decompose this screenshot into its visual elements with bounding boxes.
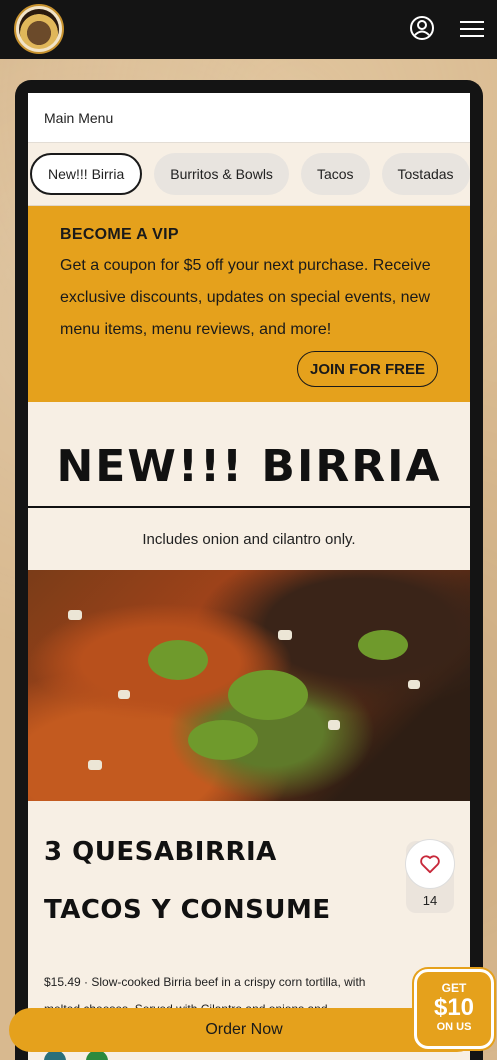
item-image[interactable]	[28, 570, 470, 801]
tab-tostadas[interactable]: Tostadas	[381, 153, 470, 195]
section-title: NEW!!! BIRRIA	[28, 402, 470, 508]
hamburger-menu-icon[interactable]	[458, 17, 486, 41]
favorite-button[interactable]	[405, 839, 455, 889]
logo-emblem-icon	[19, 9, 59, 49]
menu-panel: Main Menu New!!! Birria Burritos & Bowls…	[28, 93, 470, 1060]
favorite-count: 14	[422, 893, 438, 908]
vip-title: BECOME A VIP	[60, 226, 179, 243]
promo-amount: $10	[433, 994, 475, 1021]
favorite-widget: 14	[405, 839, 455, 913]
promo-badge[interactable]: GET $10 ON US	[414, 969, 494, 1049]
tab-new-birria[interactable]: New!!! Birria	[30, 153, 143, 195]
top-nav-bar	[0, 0, 497, 59]
item-name: 3 QUESABIRRIA TACOS Y CONSUME	[44, 837, 331, 925]
category-tabs: New!!! Birria Burritos & Bowls Tacos Tos…	[28, 143, 470, 206]
restaurant-logo[interactable]	[14, 4, 64, 54]
section-subtitle: Includes onion and cilantro only.	[142, 530, 356, 548]
vip-text: Get a coupon for $5 off your next purcha…	[60, 257, 431, 338]
account-icon[interactable]	[409, 15, 435, 41]
menu-title: Main Menu	[28, 93, 470, 143]
tab-tacos[interactable]: Tacos	[300, 153, 370, 195]
tab-burritos-bowls[interactable]: Burritos & Bowls	[154, 153, 289, 195]
promo-get: GET	[441, 981, 467, 995]
heart-icon	[420, 855, 440, 874]
vip-banner: BECOME A VIP Get a coupon for $5 off you…	[28, 206, 470, 402]
promo-on-us: ON US	[436, 1021, 472, 1033]
join-for-free-button[interactable]: JOIN FOR FREE	[297, 351, 438, 387]
order-now-button[interactable]: Order Now	[9, 1008, 479, 1052]
